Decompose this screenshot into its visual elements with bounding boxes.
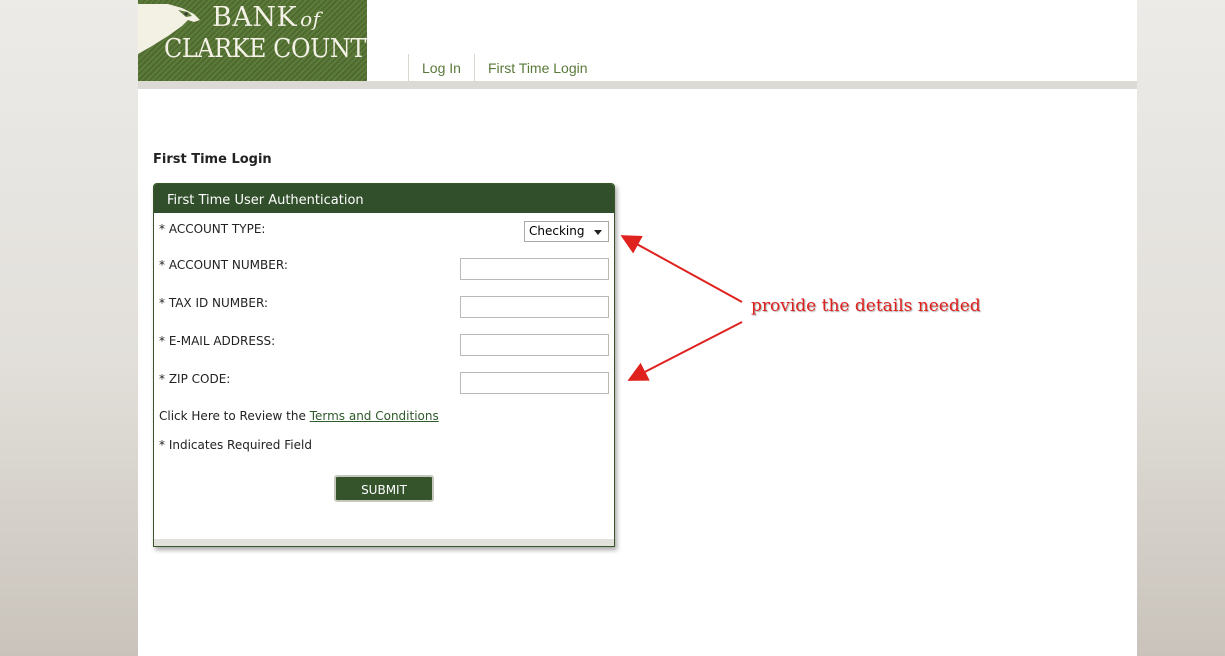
annotation-arrows <box>620 235 743 381</box>
arrow-up <box>620 235 743 303</box>
annotation-text: provide the details needed <box>751 296 981 316</box>
arrow-down <box>627 321 743 381</box>
